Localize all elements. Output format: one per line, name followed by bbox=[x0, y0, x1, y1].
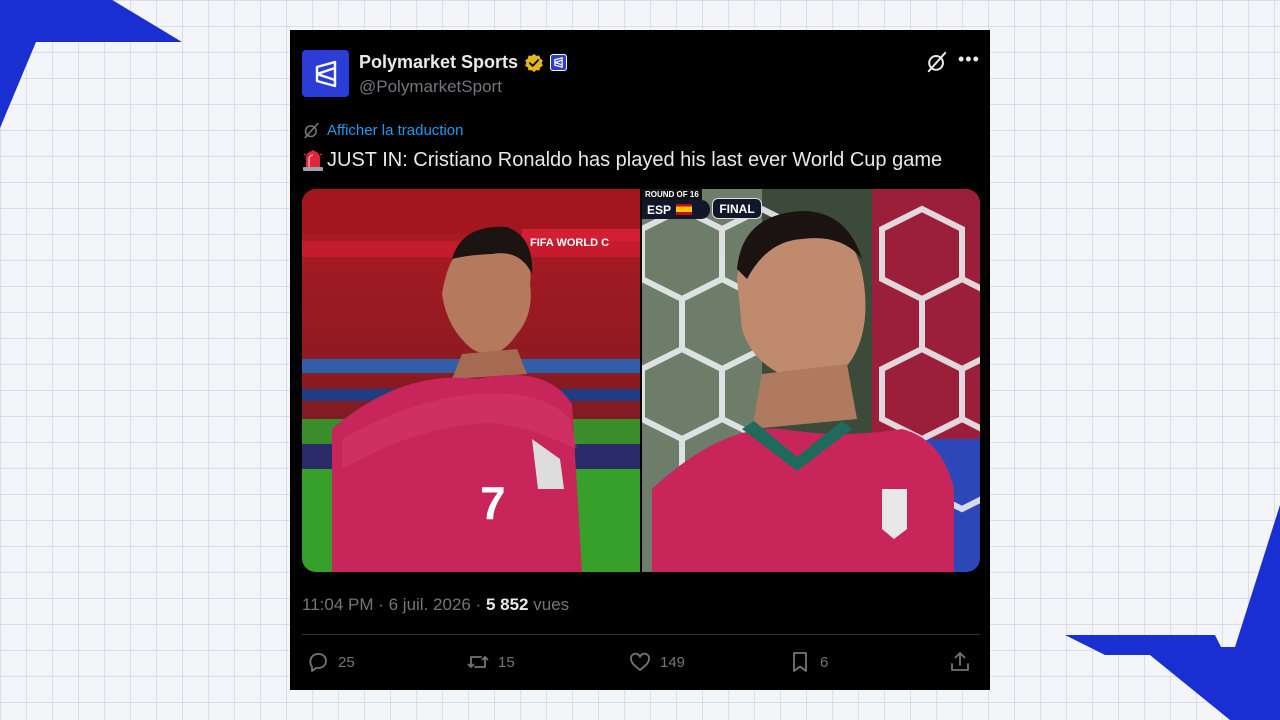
match-status: FINAL bbox=[712, 198, 762, 219]
views-label: vues bbox=[533, 595, 570, 614]
author-handle[interactable]: @PolymarketSport bbox=[359, 77, 502, 97]
translate-link[interactable]: Afficher la traduction bbox=[303, 122, 463, 139]
repost-icon bbox=[467, 656, 489, 668]
divider bbox=[302, 634, 980, 635]
ronaldo-looking-down-photo: 7 FIFA WORLD C bbox=[302, 189, 640, 572]
decorative-corner-shape-bottom-right bbox=[1065, 505, 1280, 720]
bookmark-button[interactable]: 6 bbox=[788, 650, 828, 674]
action-bar: 25 15 149 6 bbox=[302, 650, 982, 678]
like-count: 149 bbox=[660, 653, 686, 671]
spain-flag-icon bbox=[676, 204, 693, 215]
author-display-name[interactable]: Polymarket Sports bbox=[359, 52, 518, 73]
tweet-body: JUST IN: Cristiano Ronaldo has played hi… bbox=[327, 148, 943, 171]
repost-count: 15 bbox=[498, 653, 515, 671]
translate-icon bbox=[304, 122, 319, 139]
media-image-left[interactable]: 7 FIFA WORLD C bbox=[302, 189, 640, 572]
ronaldo-looking-up-photo bbox=[642, 189, 980, 572]
share-icon bbox=[951, 652, 969, 671]
views-count: 5 852 bbox=[485, 595, 529, 614]
like-icon bbox=[630, 652, 650, 671]
team-chip: ESP bbox=[642, 200, 710, 219]
svg-text:7: 7 bbox=[480, 477, 506, 529]
fifa-banner-text: FIFA WORLD C bbox=[530, 237, 609, 249]
media-image-right[interactable]: ROUND OF 16 ESP FINAL bbox=[642, 189, 980, 572]
reply-button[interactable]: 25 bbox=[306, 650, 355, 674]
share-button[interactable] bbox=[948, 650, 972, 674]
polymarket-affiliate-badge-icon[interactable] bbox=[550, 54, 568, 71]
rotating-light-icon bbox=[303, 150, 323, 171]
round-label: ROUND OF 16 bbox=[642, 189, 702, 200]
grok-icon[interactable] bbox=[926, 51, 948, 73]
tweet-time[interactable]: 11:04 PM bbox=[302, 595, 374, 614]
gold-verified-badge-icon[interactable] bbox=[524, 53, 544, 73]
meta-separator: · bbox=[373, 595, 389, 614]
reply-count: 25 bbox=[338, 653, 355, 671]
repost-button[interactable]: 15 bbox=[466, 650, 515, 674]
translate-label: Afficher la traduction bbox=[327, 122, 464, 139]
tweet-date[interactable]: 6 juil. 2026 bbox=[389, 595, 471, 614]
team-code: ESP bbox=[647, 202, 672, 217]
reply-icon bbox=[309, 653, 327, 672]
decorative-corner-shape-top-left bbox=[0, 0, 182, 128]
tweet-meta: 11:04 PM · 6 juil. 2026 · 5 852 vues bbox=[302, 595, 569, 615]
tweet-card: Polymarket Sports @PolymarketSport ••• A… bbox=[290, 30, 990, 690]
polymarket-logo-icon bbox=[315, 60, 336, 87]
bookmark-count: 6 bbox=[820, 653, 829, 671]
tweet-media[interactable]: 7 FIFA WORLD C ROUND OF 16 ESP FINAL bbox=[302, 189, 980, 572]
avatar[interactable] bbox=[302, 50, 349, 97]
author-name-row: Polymarket Sports bbox=[359, 52, 568, 73]
more-horizontal-icon[interactable]: ••• bbox=[958, 50, 982, 72]
meta-separator: · bbox=[470, 595, 486, 614]
tweet-text: JUST IN: Cristiano Ronaldo has played hi… bbox=[301, 148, 942, 172]
bookmark-icon bbox=[793, 652, 807, 672]
like-button[interactable]: 149 bbox=[628, 650, 685, 674]
